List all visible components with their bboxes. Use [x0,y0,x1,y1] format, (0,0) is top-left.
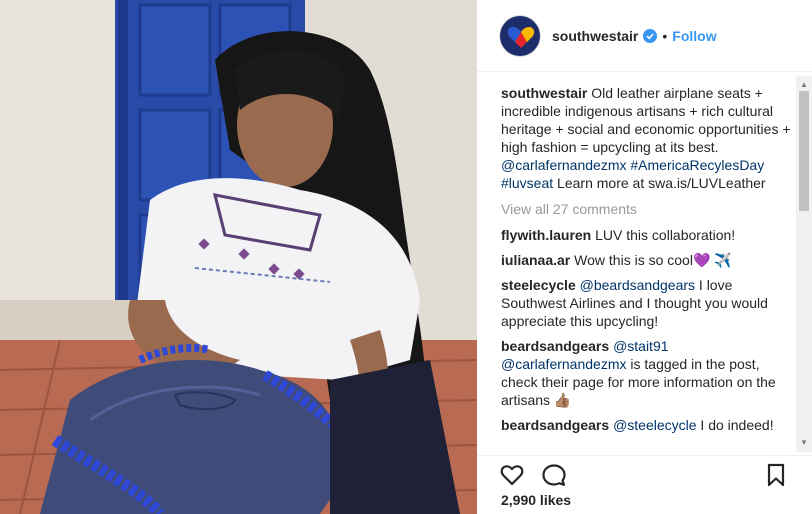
verified-badge-icon [643,28,658,43]
comment-username[interactable]: flywith.lauren [501,227,591,243]
likes-count[interactable]: 2,990 likes [501,492,571,508]
comment-text: I do indeed! [700,417,774,433]
post-actions-bar [477,455,812,488]
scroll-down-arrow-icon[interactable]: ▼ [796,436,812,450]
heart-icon[interactable] [499,462,525,488]
comment-mention[interactable]: @beardsandgears [580,277,695,293]
follow-button[interactable]: Follow [672,28,716,44]
header-username[interactable]: southwestair [552,28,638,44]
artisan-weaving-image [0,0,477,514]
caption-mention[interactable]: @carlafernandezmx [501,157,627,173]
comment-bubble-icon[interactable] [541,462,567,488]
caption-hashtag[interactable]: #AmericaRecylesDay [630,157,764,173]
southwest-heart-logo-icon [500,15,540,56]
comment-item: beardsandgears @steelecycle I do indeed! [501,416,797,434]
post-photo[interactable] [0,0,477,514]
header-separator: • [662,27,668,44]
comment-text: Wow this is so cool💜 ✈️ [574,252,732,268]
post-side-panel: southwestair • Follow southwestair Old l… [477,0,812,514]
comment-username[interactable]: iulianaa.ar [501,252,570,268]
caption-hashtag[interactable]: #luvseat [501,175,553,191]
comments-scrollbar[interactable]: ▲ ▼ [796,76,812,452]
post-caption: southwestair Old leather airplane seats … [501,84,797,192]
comment-mention[interactable]: @steelecycle [613,417,696,433]
comment-item: steelecycle @beardsandgears I love South… [501,276,797,330]
comments-list: southwestair Old leather airplane seats … [501,84,797,454]
scroll-thumb[interactable] [799,91,809,211]
comment-username[interactable]: beardsandgears [501,338,609,354]
comment-mention[interactable]: @carlafernandezmx [501,356,627,372]
comment-item: flywith.lauren LUV this collaboration! [501,226,797,244]
comment-mention[interactable]: @stait91 [613,338,668,354]
caption-username[interactable]: southwestair [501,85,587,101]
comment-username[interactable]: steelecycle [501,277,576,293]
caption-text: Learn more at swa.is/LUVLeather [557,175,766,191]
comment-username[interactable]: beardsandgears [501,417,609,433]
comment-item: iulianaa.ar Wow this is so cool💜 ✈️ [501,251,797,269]
bookmark-icon[interactable] [763,462,789,488]
comment-text: LUV this collaboration! [595,227,736,243]
avatar[interactable] [499,14,541,57]
comment-item: beardsandgears @stait91 @carlafernandezm… [501,337,797,409]
post-header: southwestair • Follow [477,0,812,72]
view-all-comments-link[interactable]: View all 27 comments [501,200,797,218]
scroll-up-arrow-icon[interactable]: ▲ [796,78,812,92]
